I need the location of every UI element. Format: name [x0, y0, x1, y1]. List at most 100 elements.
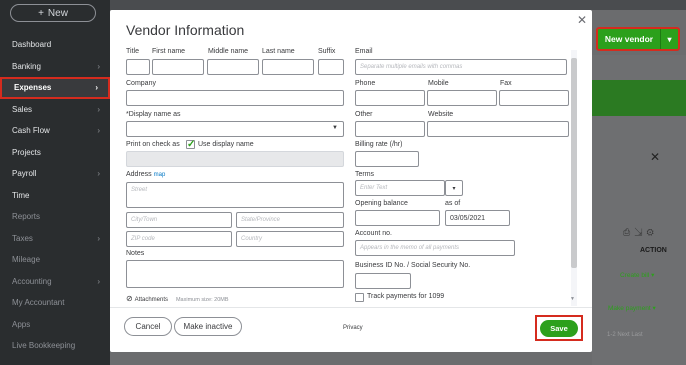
- sidebar-item-my-accountant[interactable]: My Accountant: [0, 292, 110, 314]
- phone-field[interactable]: [355, 90, 425, 106]
- privacy-link[interactable]: Privacy: [343, 325, 363, 331]
- cancel-button[interactable]: Cancel: [124, 317, 172, 336]
- new-button[interactable]: + New: [10, 4, 96, 22]
- company-field[interactable]: [126, 90, 344, 106]
- as-of-label: as of: [445, 200, 461, 207]
- sidebar-item-sales[interactable]: Sales ›: [0, 99, 110, 121]
- print-on-check-field[interactable]: [126, 151, 344, 167]
- chevron-right-icon: ›: [97, 126, 100, 136]
- attachments-row[interactable]: ⊘ Attachments Maximum size: 20MB: [126, 294, 229, 303]
- middle-name-field[interactable]: [207, 59, 259, 75]
- mobile-field[interactable]: [427, 90, 497, 106]
- notes-label: Notes: [126, 250, 145, 257]
- new-vendor-label: New vendor: [604, 34, 654, 44]
- title-field[interactable]: [126, 59, 150, 75]
- email-label: Email: [355, 48, 373, 55]
- mobile-label: Mobile: [428, 80, 449, 87]
- chevron-down-icon[interactable]: ▾: [660, 29, 678, 49]
- first-name-field[interactable]: [152, 59, 204, 75]
- dismiss-icon[interactable]: ✕: [650, 150, 660, 164]
- print-on-check-label: Print on check as: [126, 141, 180, 148]
- business-id-label: Business ID No. / Social Security No.: [355, 262, 471, 269]
- fax-label: Fax: [500, 80, 512, 87]
- vendor-information-dialog: Vendor Information ✕ Title First name Mi…: [110, 10, 592, 352]
- sidebar-item-live-bookkeeping[interactable]: Live Bookkeeping: [0, 335, 110, 357]
- opening-balance-field[interactable]: [355, 210, 440, 226]
- street-field[interactable]: Street: [126, 182, 344, 208]
- make-payment-link[interactable]: Make payment ▾: [608, 304, 656, 312]
- track-1099-checkbox[interactable]: [355, 293, 364, 302]
- chevron-right-icon: ›: [97, 276, 100, 286]
- sidebar-item-reports[interactable]: Reports: [0, 206, 110, 228]
- billing-rate-label: Billing rate (/hr): [355, 141, 403, 148]
- sidebar-nav: Dashboard Banking › Expenses › Sales › Cash…: [0, 34, 110, 357]
- fax-field[interactable]: [499, 90, 569, 106]
- other-field[interactable]: [355, 121, 425, 137]
- other-label: Other: [355, 111, 373, 118]
- website-label: Website: [428, 111, 454, 118]
- new-vendor-button[interactable]: New vendor ▾: [596, 27, 680, 51]
- state-field[interactable]: State/Province: [236, 212, 344, 228]
- website-field[interactable]: [427, 121, 569, 137]
- scroll-down-icon[interactable]: ▼: [570, 296, 575, 302]
- pagination[interactable]: 1-2 Next Last: [607, 332, 643, 338]
- zip-field[interactable]: ZIP code: [126, 231, 232, 247]
- sidebar-item-accounting[interactable]: Accounting ›: [0, 271, 110, 293]
- display-name-select[interactable]: ▼: [126, 121, 344, 137]
- address-label: Address map: [126, 171, 166, 178]
- use-display-name-checkbox[interactable]: ✓: [186, 140, 195, 150]
- money-bar: [592, 80, 686, 116]
- display-name-label: *Display name as: [126, 111, 181, 118]
- sidebar-item-mileage[interactable]: Mileage: [0, 249, 110, 271]
- account-no-field[interactable]: Appears in the memo of all payments: [355, 240, 515, 256]
- business-id-field[interactable]: [355, 273, 411, 289]
- suffix-field[interactable]: [318, 59, 344, 75]
- opening-balance-label: Opening balance: [355, 200, 408, 207]
- sidebar-item-cash-flow[interactable]: Cash Flow ›: [0, 120, 110, 142]
- terms-label: Terms: [355, 171, 375, 178]
- last-name-field[interactable]: [262, 59, 314, 75]
- phone-label: Phone: [355, 80, 376, 87]
- table-tools-icons[interactable]: ⎙⇲⚙: [623, 227, 658, 238]
- sidebar-item-taxes[interactable]: Taxes ›: [0, 228, 110, 250]
- save-highlight: Save: [535, 315, 583, 341]
- country-field[interactable]: Country: [236, 231, 344, 247]
- action-column-header: ACTION: [640, 247, 667, 254]
- sidebar-item-payroll[interactable]: Payroll ›: [0, 163, 110, 185]
- use-display-name-label: Use display name: [198, 141, 254, 148]
- middle-name-label: Middle name: [208, 48, 249, 55]
- sidebar-item-dashboard[interactable]: Dashboard: [0, 34, 110, 56]
- sidebar-item-banking[interactable]: Banking ›: [0, 56, 110, 78]
- chevron-right-icon: ›: [97, 61, 100, 71]
- track-1099-label: Track payments for 1099: [367, 293, 445, 300]
- company-label: Company: [126, 80, 156, 87]
- terms-select[interactable]: Enter Text: [355, 180, 445, 196]
- chevron-right-icon: ›: [97, 233, 100, 243]
- sidebar-item-time[interactable]: Time: [0, 185, 110, 207]
- notes-field[interactable]: [126, 260, 344, 288]
- billing-rate-field[interactable]: [355, 151, 419, 167]
- chevron-down-icon: ▼: [332, 125, 338, 131]
- sidebar-item-projects[interactable]: Projects: [0, 142, 110, 164]
- first-name-label: First name: [152, 48, 186, 55]
- scrollbar-thumb[interactable]: [571, 58, 577, 268]
- as-of-date-field[interactable]: 03/05/2021: [445, 210, 510, 226]
- paperclip-icon: ⊘: [126, 294, 133, 303]
- chevron-right-icon: ›: [97, 104, 100, 114]
- account-no-label: Account no.: [355, 230, 392, 237]
- chevron-down-icon[interactable]: ▾: [445, 180, 463, 196]
- sidebar-item-expenses[interactable]: Expenses ›: [0, 77, 110, 99]
- save-button[interactable]: Save: [540, 320, 578, 337]
- make-inactive-button[interactable]: Make inactive: [174, 317, 242, 336]
- close-icon[interactable]: ✕: [577, 13, 587, 27]
- create-bill-link[interactable]: Create bill ▾: [620, 271, 654, 279]
- email-field[interactable]: Separate multiple emails with commas: [355, 59, 567, 75]
- map-link[interactable]: map: [154, 172, 166, 178]
- chevron-right-icon: ›: [97, 169, 100, 179]
- title-label: Title: [126, 48, 139, 55]
- sidebar-item-apps[interactable]: Apps: [0, 314, 110, 336]
- city-field[interactable]: City/Town: [126, 212, 232, 228]
- sidebar: + New Dashboard Banking › Expenses › Sales…: [0, 0, 110, 365]
- form-scrollbar[interactable]: [571, 50, 577, 306]
- chevron-right-icon: ›: [95, 83, 98, 93]
